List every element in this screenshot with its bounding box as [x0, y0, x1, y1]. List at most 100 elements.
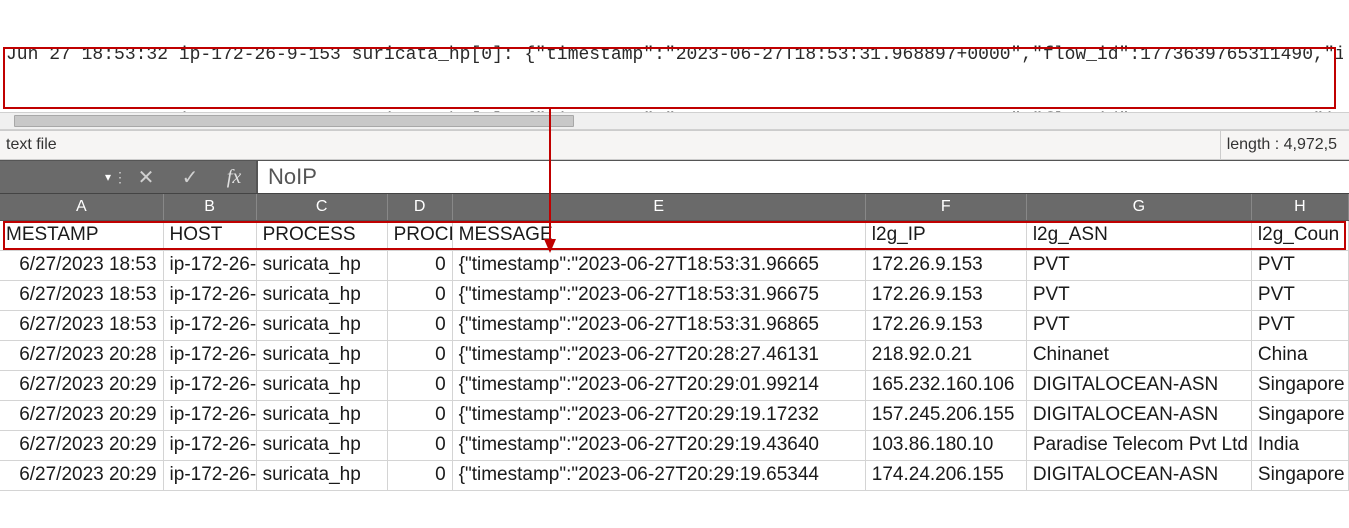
cell[interactable]: suricata_hp: [256, 250, 387, 280]
cell[interactable]: 0: [387, 370, 452, 400]
table-row[interactable]: 6/27/2023 20:29 ip-172-26- suricata_hp 0…: [0, 370, 1349, 400]
cell[interactable]: PVT: [1026, 280, 1251, 310]
cell[interactable]: PVT: [1251, 280, 1348, 310]
cell[interactable]: {"timestamp":"2023-06-27T18:53:31.96865: [452, 310, 865, 340]
log-text-pane[interactable]: Jun 27 18:53:32 ip-172-26-9-153 suricata…: [0, 0, 1349, 112]
table-row[interactable]: 6/27/2023 18:53 ip-172-26- suricata_hp 0…: [0, 250, 1349, 280]
cell[interactable]: 6/27/2023 20:29: [0, 400, 163, 430]
cell[interactable]: l2g_Coun: [1251, 220, 1348, 250]
cell[interactable]: suricata_hp: [256, 430, 387, 460]
cell[interactable]: 0: [387, 400, 452, 430]
cell[interactable]: ip-172-26-: [163, 250, 256, 280]
cell[interactable]: MESSAGE: [452, 220, 865, 250]
cell[interactable]: 0: [387, 280, 452, 310]
cell[interactable]: 6/27/2023 18:53: [0, 250, 163, 280]
cell[interactable]: ip-172-26-: [163, 430, 256, 460]
cell[interactable]: ip-172-26-: [163, 400, 256, 430]
cell[interactable]: suricata_hp: [256, 400, 387, 430]
cell[interactable]: 218.92.0.21: [865, 340, 1026, 370]
cell[interactable]: 172.26.9.153: [865, 250, 1026, 280]
sheet-header-row[interactable]: MESTAMP HOST PROCESS PROCID MESSAGE l2g_…: [0, 220, 1349, 250]
spreadsheet-grid[interactable]: A B C D E F G H MESTAMP HOST PROCESS PRO…: [0, 194, 1349, 491]
table-row[interactable]: 6/27/2023 20:29 ip-172-26- suricata_hp 0…: [0, 460, 1349, 490]
cell[interactable]: ip-172-26-: [163, 310, 256, 340]
table-row[interactable]: 6/27/2023 20:29 ip-172-26- suricata_hp 0…: [0, 400, 1349, 430]
column-header-row[interactable]: A B C D E F G H: [0, 194, 1349, 220]
cell[interactable]: {"timestamp":"2023-06-27T20:29:01.99214: [452, 370, 865, 400]
col-header[interactable]: B: [163, 194, 256, 220]
col-header[interactable]: H: [1251, 194, 1348, 220]
log-horizontal-scrollbar[interactable]: [0, 112, 1349, 130]
cell[interactable]: PVT: [1251, 250, 1348, 280]
cell[interactable]: 157.245.206.155: [865, 400, 1026, 430]
cell[interactable]: 0: [387, 430, 452, 460]
cell[interactable]: 0: [387, 250, 452, 280]
col-header[interactable]: C: [256, 194, 387, 220]
cell[interactable]: {"timestamp":"2023-06-27T20:29:19.43640: [452, 430, 865, 460]
cell[interactable]: 6/27/2023 20:29: [0, 430, 163, 460]
cell[interactable]: {"timestamp":"2023-06-27T20:29:19.17232: [452, 400, 865, 430]
table-row[interactable]: 6/27/2023 18:53 ip-172-26- suricata_hp 0…: [0, 280, 1349, 310]
cell[interactable]: PROCID: [387, 220, 452, 250]
col-header[interactable]: F: [865, 194, 1026, 220]
cell[interactable]: suricata_hp: [256, 280, 387, 310]
cell[interactable]: 0: [387, 310, 452, 340]
col-header[interactable]: A: [0, 194, 163, 220]
cell[interactable]: 0: [387, 460, 452, 490]
formula-cancel-button[interactable]: ✕: [124, 161, 168, 193]
cell[interactable]: Chinanet: [1026, 340, 1251, 370]
cell[interactable]: 6/27/2023 20:29: [0, 370, 163, 400]
insert-function-button[interactable]: fx: [212, 161, 256, 193]
cell[interactable]: PVT: [1026, 250, 1251, 280]
formula-input[interactable]: NoIP: [256, 161, 1349, 193]
cell[interactable]: MESTAMP: [0, 220, 163, 250]
cell[interactable]: China: [1251, 340, 1348, 370]
cell[interactable]: HOST: [163, 220, 256, 250]
cell[interactable]: India: [1251, 430, 1348, 460]
cell[interactable]: DIGITALOCEAN-ASN: [1026, 400, 1251, 430]
cell[interactable]: 6/27/2023 20:29: [0, 460, 163, 490]
cell[interactable]: Paradise Telecom Pvt Ltd: [1026, 430, 1251, 460]
cell[interactable]: {"timestamp":"2023-06-27T18:53:31.96675: [452, 280, 865, 310]
cell[interactable]: 172.26.9.153: [865, 280, 1026, 310]
cell[interactable]: l2g_IP: [865, 220, 1026, 250]
separator-icon: ⋮: [116, 161, 124, 193]
table-row[interactable]: 6/27/2023 18:53 ip-172-26- suricata_hp 0…: [0, 310, 1349, 340]
cell[interactable]: {"timestamp":"2023-06-27T20:29:19.65344: [452, 460, 865, 490]
formula-enter-button[interactable]: ✓: [168, 161, 212, 193]
cell[interactable]: 172.26.9.153: [865, 310, 1026, 340]
cell[interactable]: DIGITALOCEAN-ASN: [1026, 370, 1251, 400]
cell[interactable]: 103.86.180.10: [865, 430, 1026, 460]
name-box[interactable]: [0, 161, 100, 193]
cell[interactable]: suricata_hp: [256, 460, 387, 490]
cell[interactable]: ip-172-26-: [163, 460, 256, 490]
col-header[interactable]: G: [1026, 194, 1251, 220]
table-row[interactable]: 6/27/2023 20:29 ip-172-26- suricata_hp 0…: [0, 430, 1349, 460]
cell[interactable]: {"timestamp":"2023-06-27T18:53:31.96665: [452, 250, 865, 280]
cell[interactable]: ip-172-26-: [163, 370, 256, 400]
cell[interactable]: PVT: [1251, 310, 1348, 340]
cell[interactable]: l2g_ASN: [1026, 220, 1251, 250]
col-header[interactable]: D: [387, 194, 452, 220]
cell[interactable]: 174.24.206.155: [865, 460, 1026, 490]
cell[interactable]: ip-172-26-: [163, 340, 256, 370]
cell[interactable]: Singapore: [1251, 460, 1348, 490]
cell[interactable]: Singapore: [1251, 400, 1348, 430]
cell[interactable]: 6/27/2023 18:53: [0, 280, 163, 310]
table-row[interactable]: 6/27/2023 20:28 ip-172-26- suricata_hp 0…: [0, 340, 1349, 370]
cell[interactable]: Singapore: [1251, 370, 1348, 400]
cell[interactable]: suricata_hp: [256, 340, 387, 370]
cell[interactable]: 6/27/2023 20:28: [0, 340, 163, 370]
cell[interactable]: 6/27/2023 18:53: [0, 310, 163, 340]
cell[interactable]: suricata_hp: [256, 310, 387, 340]
cell[interactable]: PROCESS: [256, 220, 387, 250]
cell[interactable]: suricata_hp: [256, 370, 387, 400]
cell[interactable]: ip-172-26-: [163, 280, 256, 310]
cell[interactable]: 165.232.160.106: [865, 370, 1026, 400]
col-header[interactable]: E: [452, 194, 865, 220]
cell[interactable]: 0: [387, 340, 452, 370]
cell[interactable]: PVT: [1026, 310, 1251, 340]
cell[interactable]: {"timestamp":"2023-06-27T20:28:27.46131: [452, 340, 865, 370]
scrollbar-thumb[interactable]: [14, 115, 574, 127]
cell[interactable]: DIGITALOCEAN-ASN: [1026, 460, 1251, 490]
